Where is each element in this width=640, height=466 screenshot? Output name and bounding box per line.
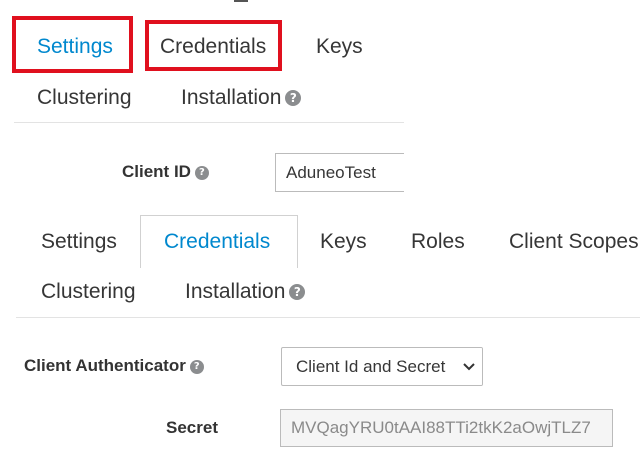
client-authenticator-select[interactable]: Client Id and Secret — [281, 347, 483, 386]
help-icon: ? — [289, 284, 306, 300]
tab-settings[interactable]: Settings — [41, 229, 117, 255]
client-tabs-divider — [16, 317, 640, 318]
help-icon: ? — [285, 90, 302, 106]
tab-keys-top[interactable]: Keys — [316, 34, 363, 60]
tab-installation-label: Installation — [185, 280, 286, 303]
secret-label: Secret — [166, 418, 218, 437]
tab-roles[interactable]: Roles — [411, 229, 465, 255]
tab-installation[interactable]: Installation? — [185, 279, 306, 305]
chevron-down-icon — [456, 348, 482, 385]
client-id-label-text: Client ID — [122, 162, 191, 181]
tab-credentials[interactable]: Credentials — [164, 229, 270, 255]
client-id-label: Client ID? — [122, 162, 209, 182]
top-tabs-divider — [14, 122, 404, 123]
tab-keys[interactable]: Keys — [320, 229, 367, 255]
tab-installation-top-label: Installation — [181, 86, 282, 109]
tab-client-scopes[interactable]: Client Scopes — [509, 229, 639, 255]
client-id-field-clip — [404, 150, 424, 196]
client-authenticator-value: Client Id and Secret — [296, 357, 446, 376]
tab-clustering[interactable]: Clustering — [41, 279, 136, 305]
help-icon: ? — [189, 360, 204, 374]
help-icon: ? — [194, 166, 209, 180]
highlight-box-credentials — [145, 20, 282, 71]
secret-field[interactable]: MVQagYRU0tAAI88TTi2tkK2aOwjTLZ7 — [280, 409, 613, 447]
tab-clustering-top[interactable]: Clustering — [37, 85, 132, 111]
top-crop-underline — [234, 0, 248, 2]
client-authenticator-label: Client Authenticator? — [24, 356, 204, 376]
client-authenticator-label-text: Client Authenticator — [24, 356, 186, 375]
client-id-field[interactable]: AduneoTest — [275, 153, 415, 192]
highlight-box-settings — [12, 16, 133, 73]
tab-installation-top[interactable]: Installation? — [181, 85, 302, 111]
